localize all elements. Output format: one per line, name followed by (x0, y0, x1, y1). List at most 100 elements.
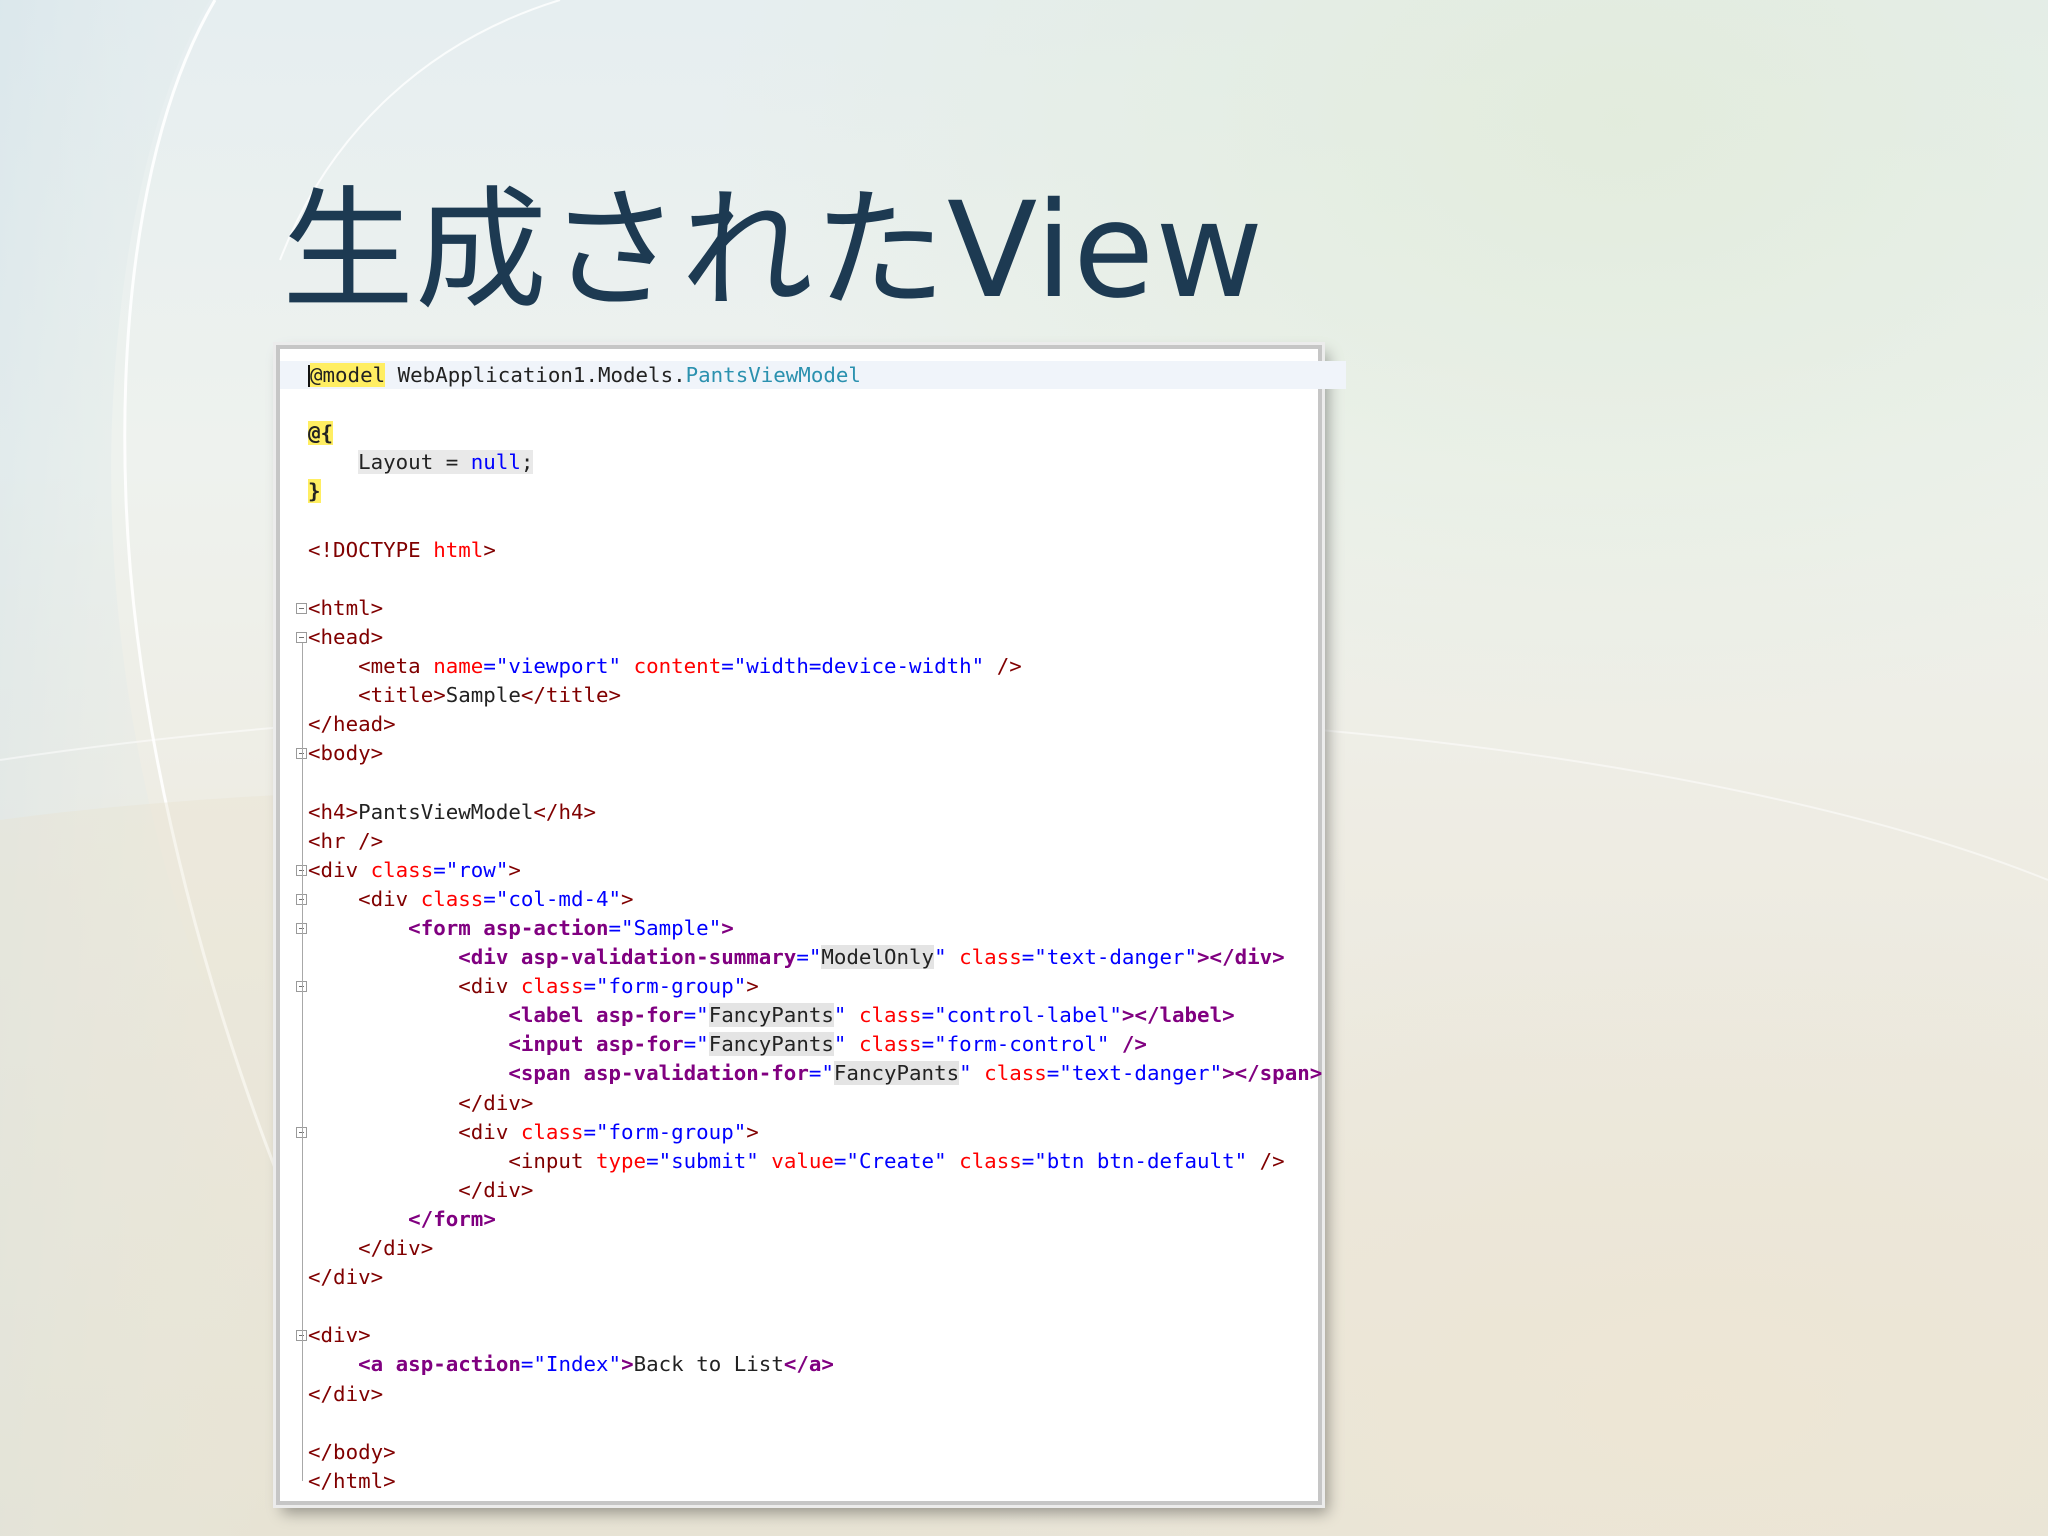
code-token: =" (608, 915, 634, 940)
code-token: > (370, 741, 384, 766)
code-token: < (308, 1032, 521, 1057)
code-token: </ (308, 1265, 334, 1290)
code-token: =" (433, 857, 459, 882)
code-token: btn btn-default (1046, 1148, 1235, 1173)
collapse-toggle-icon[interactable] (296, 631, 307, 643)
outline-rail (302, 1341, 303, 1394)
code-token: @model (310, 363, 386, 387)
code-line: <div class="row"> (280, 856, 521, 884)
code-token: < (308, 886, 371, 911)
code-token: title (370, 683, 434, 708)
code-token: > (746, 1119, 759, 1144)
code-token: ></ (1121, 1003, 1160, 1028)
code-line: <!DOCTYPE html> (280, 536, 496, 564)
code-token: control-label (946, 1003, 1110, 1028)
code-token: > (746, 974, 759, 999)
code-token: =" (808, 1061, 834, 1086)
code-token: =" (833, 1148, 859, 1173)
code-token: <! (308, 537, 334, 562)
code-line: <div> (280, 1321, 371, 1349)
code-line: <span asp-validation-for="FancyPants" cl… (280, 1059, 1322, 1087)
code-line: </body> (280, 1438, 396, 1466)
code-token: null (470, 450, 521, 475)
code-line: } (280, 477, 321, 505)
code-token: < (308, 828, 321, 853)
code-line: <form asp-action="Sample"> (280, 914, 734, 942)
code-token: value (758, 1148, 834, 1173)
code-token: asp-action (383, 1352, 521, 1377)
code-token: > (433, 683, 446, 708)
code-line: <div class="form-group"> (280, 972, 759, 1000)
code-token: =" (921, 1032, 947, 1057)
code-line: <label asp-for="FancyPants" class="contr… (280, 1001, 1235, 1029)
code-line: <div asp-validation-summary="ModelOnly" … (280, 943, 1285, 971)
code-token: asp-validation-for (570, 1061, 809, 1086)
code-token: =" (1046, 1061, 1072, 1086)
code-token: < (308, 654, 371, 678)
code-token: div (333, 1381, 371, 1406)
code-token: </ (533, 799, 559, 824)
code-token: asp-validation-summary (508, 945, 797, 969)
code-token: " (959, 1061, 972, 1086)
code-token: Index (545, 1352, 609, 1377)
code-token: /> (984, 654, 1022, 678)
code-line: </head> (280, 710, 396, 738)
code-token: < (308, 1119, 471, 1144)
code-token: > (358, 1323, 371, 1348)
code-token: > (621, 1352, 634, 1377)
code-token: > (370, 1265, 384, 1290)
code-token: submit (671, 1148, 747, 1173)
code-token: body (320, 741, 371, 766)
code-token: html (320, 595, 371, 620)
code-token: < (308, 915, 421, 940)
code-token: > (1309, 1061, 1323, 1086)
code-token: < (308, 799, 321, 824)
code-token: class (358, 857, 434, 882)
code-token: a (370, 1352, 384, 1377)
code-token: </ (308, 1439, 334, 1464)
code-token: =" (520, 1352, 546, 1377)
code-token: Create (858, 1148, 935, 1173)
code-token: > (508, 857, 521, 882)
code-token: > (1272, 945, 1285, 969)
code-line: <input type="submit" value="Create" clas… (280, 1147, 1284, 1175)
code-token: </ (308, 1381, 334, 1406)
code-token: =" (483, 654, 509, 678)
code-token: Sample (633, 915, 709, 940)
code-editor: @model WebApplication1.Models.PantsViewM… (280, 349, 1346, 1501)
code-token: =" (683, 1032, 709, 1057)
code-token: < (308, 857, 321, 882)
code-token: type (583, 1148, 647, 1173)
code-line: <hr /> (280, 827, 383, 855)
code-line: @model WebApplication1.Models.PantsViewM… (280, 361, 1346, 389)
code-token: < (308, 1352, 371, 1377)
code-token: meta (370, 654, 421, 678)
code-token: } (308, 479, 321, 504)
code-token: WebApplication1.Models. (385, 363, 686, 387)
code-token: PantsViewModel (685, 363, 861, 387)
code-token: form-group (608, 974, 734, 999)
code-token: =" (683, 1003, 709, 1028)
code-token: class (971, 1061, 1047, 1086)
code-token: > (370, 1381, 384, 1406)
code-token: @{ (308, 421, 334, 446)
code-token: " (733, 1119, 747, 1144)
code-line: </div> (280, 1263, 383, 1291)
code-token: " (608, 886, 622, 911)
code-token: asp-action (470, 915, 609, 940)
code-token: " (833, 1032, 847, 1057)
code-token: " (708, 915, 722, 940)
code-token: > (370, 595, 384, 620)
code-token: div (370, 886, 409, 911)
collapse-toggle-icon[interactable] (296, 602, 307, 614)
code-token: class (846, 1032, 922, 1057)
code-token: < (308, 945, 471, 969)
code-token: </ (520, 683, 546, 708)
code-token: > (520, 1177, 534, 1202)
code-token: =" (1021, 945, 1047, 969)
code-token: Sample (445, 683, 521, 708)
code-token: ></ (1222, 1061, 1260, 1086)
